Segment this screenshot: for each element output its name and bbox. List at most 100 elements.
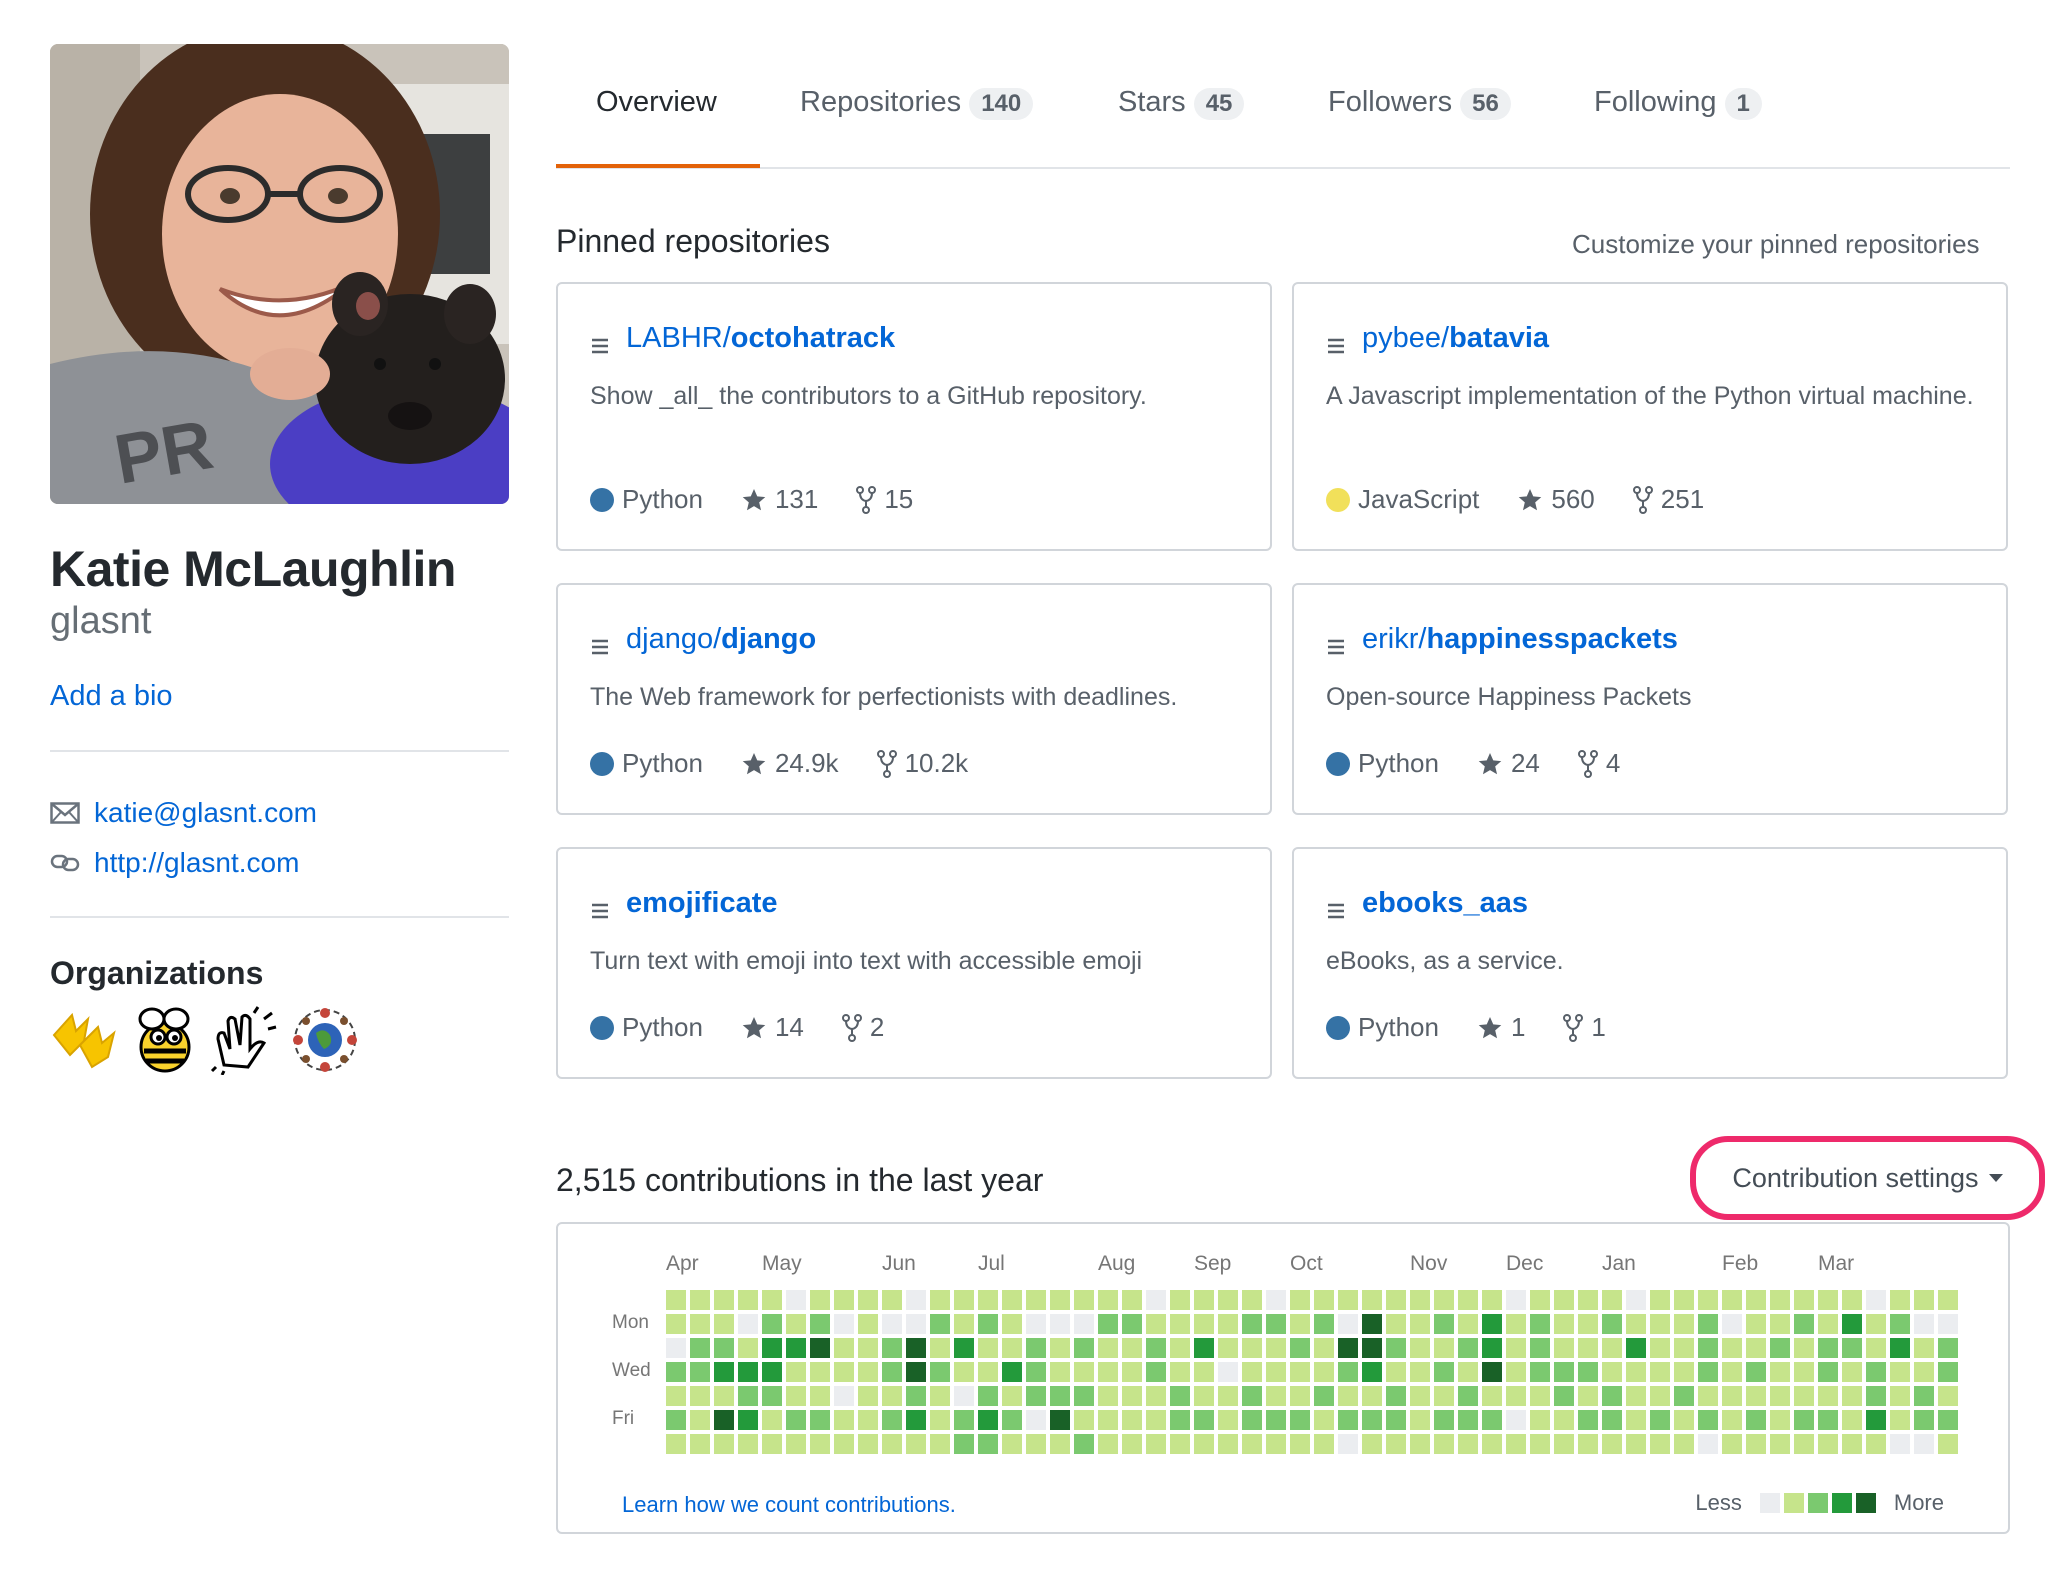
contribution-day[interactable]	[1386, 1410, 1406, 1430]
contribution-day[interactable]	[1890, 1314, 1910, 1334]
contribution-day[interactable]	[1218, 1338, 1238, 1358]
contribution-day[interactable]	[690, 1338, 710, 1358]
contribution-day[interactable]	[1098, 1410, 1118, 1430]
repo-link[interactable]: erikr/happinesspackets	[1326, 623, 1678, 656]
repo-link[interactable]: django/django	[590, 623, 816, 656]
contribution-day[interactable]	[1650, 1410, 1670, 1430]
contribution-day[interactable]	[882, 1314, 902, 1334]
contribution-day[interactable]	[1242, 1362, 1262, 1382]
contribution-day[interactable]	[1554, 1410, 1574, 1430]
contribution-day[interactable]	[1530, 1362, 1550, 1382]
contribution-day[interactable]	[1482, 1290, 1502, 1310]
contribution-day[interactable]	[1578, 1290, 1598, 1310]
contribution-day[interactable]	[762, 1338, 782, 1358]
contribution-day[interactable]	[1026, 1290, 1046, 1310]
contribution-day[interactable]	[1674, 1386, 1694, 1406]
contribution-day[interactable]	[1890, 1410, 1910, 1430]
contribution-day[interactable]	[1314, 1434, 1334, 1454]
contribution-day[interactable]	[690, 1314, 710, 1334]
contribution-day[interactable]	[1410, 1338, 1430, 1358]
contribution-day[interactable]	[1530, 1290, 1550, 1310]
repo-stars[interactable]: 24	[1477, 748, 1540, 779]
contribution-day[interactable]	[1578, 1386, 1598, 1406]
contribution-day[interactable]	[1698, 1434, 1718, 1454]
contribution-day[interactable]	[906, 1386, 926, 1406]
contribution-day[interactable]	[1794, 1434, 1814, 1454]
contribution-day[interactable]	[1722, 1386, 1742, 1406]
contribution-day[interactable]	[1266, 1314, 1286, 1334]
contribution-day[interactable]	[1578, 1338, 1598, 1358]
contribution-day[interactable]	[1002, 1386, 1022, 1406]
contribution-day[interactable]	[1602, 1314, 1622, 1334]
contribution-day[interactable]	[714, 1314, 734, 1334]
tab-following[interactable]: Following 1	[1594, 80, 1762, 168]
contribution-day[interactable]	[1506, 1410, 1526, 1430]
repo-forks[interactable]: 15	[856, 484, 913, 515]
contribution-day[interactable]	[1194, 1434, 1214, 1454]
contribution-day[interactable]	[1146, 1410, 1166, 1430]
contribution-day[interactable]	[1266, 1434, 1286, 1454]
contribution-day[interactable]	[1242, 1386, 1262, 1406]
contribution-day[interactable]	[1866, 1410, 1886, 1430]
contribution-day[interactable]	[1290, 1410, 1310, 1430]
contribution-day[interactable]	[858, 1410, 878, 1430]
contribution-day[interactable]	[930, 1434, 950, 1454]
contribution-day[interactable]	[1026, 1434, 1046, 1454]
contribution-day[interactable]	[1482, 1338, 1502, 1358]
contribution-day[interactable]	[810, 1290, 830, 1310]
contribution-day[interactable]	[1722, 1290, 1742, 1310]
contribution-day[interactable]	[1602, 1362, 1622, 1382]
contribution-day[interactable]	[1386, 1434, 1406, 1454]
contribution-day[interactable]	[834, 1386, 854, 1406]
contribution-day[interactable]	[1482, 1410, 1502, 1430]
contribution-day[interactable]	[1770, 1290, 1790, 1310]
contribution-day[interactable]	[882, 1386, 902, 1406]
contribution-day[interactable]	[1890, 1386, 1910, 1406]
tab-followers[interactable]: Followers 56	[1328, 80, 1511, 168]
contribution-day[interactable]	[1290, 1314, 1310, 1334]
contribution-day[interactable]	[1818, 1362, 1838, 1382]
contribution-day[interactable]	[1458, 1434, 1478, 1454]
contribution-day[interactable]	[1770, 1434, 1790, 1454]
contribution-day[interactable]	[666, 1434, 686, 1454]
contribution-day[interactable]	[1746, 1362, 1766, 1382]
contribution-day[interactable]	[1746, 1290, 1766, 1310]
contribution-day[interactable]	[762, 1362, 782, 1382]
contribution-day[interactable]	[690, 1434, 710, 1454]
contribution-day[interactable]	[1410, 1314, 1430, 1334]
contribution-day[interactable]	[1674, 1338, 1694, 1358]
contribution-day[interactable]	[978, 1362, 998, 1382]
contribution-day[interactable]	[1818, 1386, 1838, 1406]
contribution-day[interactable]	[1410, 1290, 1430, 1310]
contribution-day[interactable]	[1026, 1338, 1046, 1358]
contribution-day[interactable]	[1266, 1362, 1286, 1382]
contribution-day[interactable]	[1050, 1386, 1070, 1406]
contribution-day[interactable]	[1386, 1338, 1406, 1358]
contribution-day[interactable]	[762, 1314, 782, 1334]
contribution-day[interactable]	[1458, 1338, 1478, 1358]
contribution-day[interactable]	[1026, 1362, 1046, 1382]
contribution-day[interactable]	[1578, 1410, 1598, 1430]
contribution-day[interactable]	[738, 1290, 758, 1310]
contribution-day[interactable]	[1602, 1338, 1622, 1358]
contribution-day[interactable]	[1674, 1290, 1694, 1310]
contribution-day[interactable]	[834, 1338, 854, 1358]
contribution-day[interactable]	[1770, 1410, 1790, 1430]
contribution-day[interactable]	[714, 1434, 734, 1454]
contribution-day[interactable]	[1554, 1434, 1574, 1454]
contribution-day[interactable]	[738, 1362, 758, 1382]
contribution-day[interactable]	[954, 1362, 974, 1382]
contribution-day[interactable]	[858, 1386, 878, 1406]
contribution-day[interactable]	[1794, 1386, 1814, 1406]
contribution-day[interactable]	[1266, 1290, 1286, 1310]
contribution-day[interactable]	[978, 1314, 998, 1334]
contribution-day[interactable]	[1074, 1290, 1094, 1310]
contribution-day[interactable]	[1458, 1314, 1478, 1334]
contribution-day[interactable]	[1530, 1338, 1550, 1358]
contribution-day[interactable]	[1338, 1410, 1358, 1430]
contribution-day[interactable]	[1146, 1290, 1166, 1310]
customize-pins-link[interactable]: Customize your pinned repositories	[1572, 229, 1980, 260]
contribution-day[interactable]	[666, 1386, 686, 1406]
contribution-day[interactable]	[1914, 1314, 1934, 1334]
contribution-day[interactable]	[1098, 1362, 1118, 1382]
